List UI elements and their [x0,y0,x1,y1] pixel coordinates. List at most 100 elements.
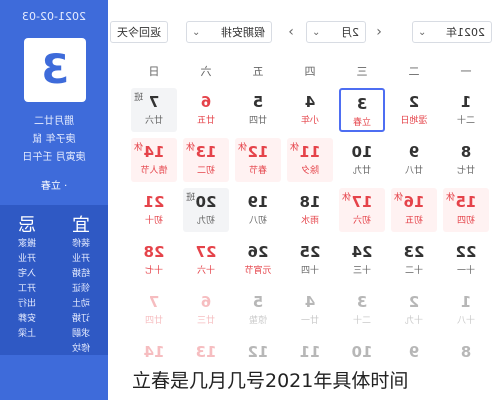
lunar-label: 立春 [353,118,372,128]
weekday-header: 一 二 三 四 五 六 日 [108,60,498,84]
day-cell[interactable]: 17 初六休 [339,188,385,232]
lunar-label: 初十 [145,216,164,226]
day-cell[interactable]: 22 十一 [443,238,489,282]
day-cell[interactable]: 8 廿七 [443,138,489,182]
year-select-label: 2021年 [446,26,485,39]
day-number: 8 [460,143,472,161]
day-cell[interactable]: 23 十二 [391,238,437,282]
day-cell[interactable]: 13 初二休 [183,138,229,182]
day-number: 6 [200,293,212,311]
yi-item: 装修 [72,239,91,249]
solar-term: · 立春 [40,181,68,192]
prev-month-icon[interactable]: ‹ [372,21,386,43]
day-cell[interactable]: 1 二十 [443,88,489,132]
day-cell[interactable]: 28 十七 [131,238,177,282]
lunar-label: 初二 [197,166,216,176]
day-cell[interactable]: 4 廿一 [287,288,333,332]
chevron-down-icon: ⌄ [312,27,321,38]
day-cell[interactable]: 2 湿地日 [391,88,437,132]
day-cell[interactable]: 16 初五休 [391,188,437,232]
month-select[interactable]: 2月 ⌄ [306,21,366,43]
lunar-label: 初八 [249,216,268,226]
lunar-label: 情人节 [140,166,168,176]
day-cell[interactable]: 7 廿四 [131,288,177,332]
day-number: 21 [143,193,165,211]
day-cell[interactable]: 19 初八 [235,188,281,232]
lunar-label: 廿五 [197,116,216,126]
day-number: 4 [304,93,316,111]
day-cell[interactable]: 6 廿三 [183,288,229,332]
day-cell[interactable]: 18 雨水 [287,188,333,232]
lunar-label: 雨水 [301,216,320,226]
lunar-label: 十一 [457,266,476,276]
lunar-label: 廿七 [457,166,476,176]
lunar-label: 廿一 [301,316,320,326]
day-number: 2 [408,93,420,111]
lunar-label: 十七 [145,266,164,276]
day-cell[interactable]: 2 十九 [391,288,437,332]
day-cell[interactable]: 21 初十 [131,188,177,232]
day-number: 24 [351,243,373,261]
lunar-label: 二十 [353,316,372,326]
weekday-label: 一 [460,65,472,78]
lunar-label: 除夕 [301,166,320,176]
ganzhi-year: 庚子年 鼠 [32,134,76,145]
day-cell[interactable]: 24 十三 [339,238,385,282]
yi-item: 开业 [72,254,91,264]
day-number: 1 [460,93,472,111]
day-cell[interactable]: 9 廿八 [391,138,437,182]
day-detail-panel: 2021-02-03 3 腊月廿二 庚子年 鼠 庚寅月 壬午日 · 立春 宜 装… [0,0,108,400]
day-number: 5 [252,93,264,111]
day-cell[interactable]: 4 小年 [287,88,333,132]
lunar-label: 十四 [301,266,320,276]
ji-item: 出行 [18,299,37,309]
weekday-label: 四 [304,65,316,78]
day-number: 2 [408,293,420,311]
lunar-date: 腊月廿二 [34,116,74,127]
lunar-label: 廿六 [145,116,164,126]
day-cell[interactable]: 8 [443,338,489,382]
lunar-label: 廿三 [197,316,216,326]
day-cell[interactable]: 5 廿四 [235,88,281,132]
ji-item: 开工 [18,284,37,294]
day-cell[interactable]: 5 惊蛰 [235,288,281,332]
holiday-badge: 休 [134,143,144,153]
day-cell[interactable]: 10 廿九 [339,138,385,182]
holiday-badge: 休 [446,193,456,203]
day-cell[interactable]: 7 廿六班 [131,88,177,132]
day-number: 11 [299,343,321,361]
day-cell[interactable]: 27 十六 [183,238,229,282]
lunar-label: 十六 [197,266,216,276]
day-cell[interactable]: 1 十八 [443,288,489,332]
lunar-label: 元宵节 [244,266,272,276]
day-cell[interactable]: 11 除夕休 [287,138,333,182]
holiday-badge: 休 [394,193,404,203]
yi-item: 订婚 [72,314,91,324]
day-cell[interactable]: 26 元宵节 [235,238,281,282]
day-number: 26 [247,243,269,261]
holiday-select[interactable]: 假期安排 ⌄ [186,21,272,43]
day-cell[interactable]: 20 初九班 [183,188,229,232]
next-month-icon[interactable]: › [284,21,298,43]
lunar-label: 廿四 [249,116,268,126]
lunar-label: 十八 [457,316,476,326]
yi-column: 宜 装修 开业 结婚 领证 动土 订婚 求嗣 修坟 [54,205,108,357]
day-cell[interactable]: 12 春节休 [235,138,281,182]
day-number: 13 [195,343,217,361]
year-select[interactable]: 2021年 ⌄ [412,21,492,43]
chevron-down-icon: ⌄ [192,27,201,38]
day-cell[interactable]: 6 廿五 [183,88,229,132]
day-cell[interactable]: 3 立春 [339,88,385,132]
day-cell[interactable]: 3 二十 [339,288,385,332]
day-cell[interactable]: 15 初四休 [443,188,489,232]
weekday-label: 二 [408,65,420,78]
lunar-label: 廿四 [145,316,164,326]
lunar-label: 初四 [457,216,476,226]
day-number: 12 [247,343,269,361]
today-button[interactable]: 返回今天 [110,21,168,43]
day-cell[interactable]: 14 情人节休 [131,138,177,182]
holiday-badge: 休 [342,193,352,203]
holiday-badge: 休 [186,143,196,153]
workday-badge: 班 [134,93,144,103]
day-cell[interactable]: 25 十四 [287,238,333,282]
